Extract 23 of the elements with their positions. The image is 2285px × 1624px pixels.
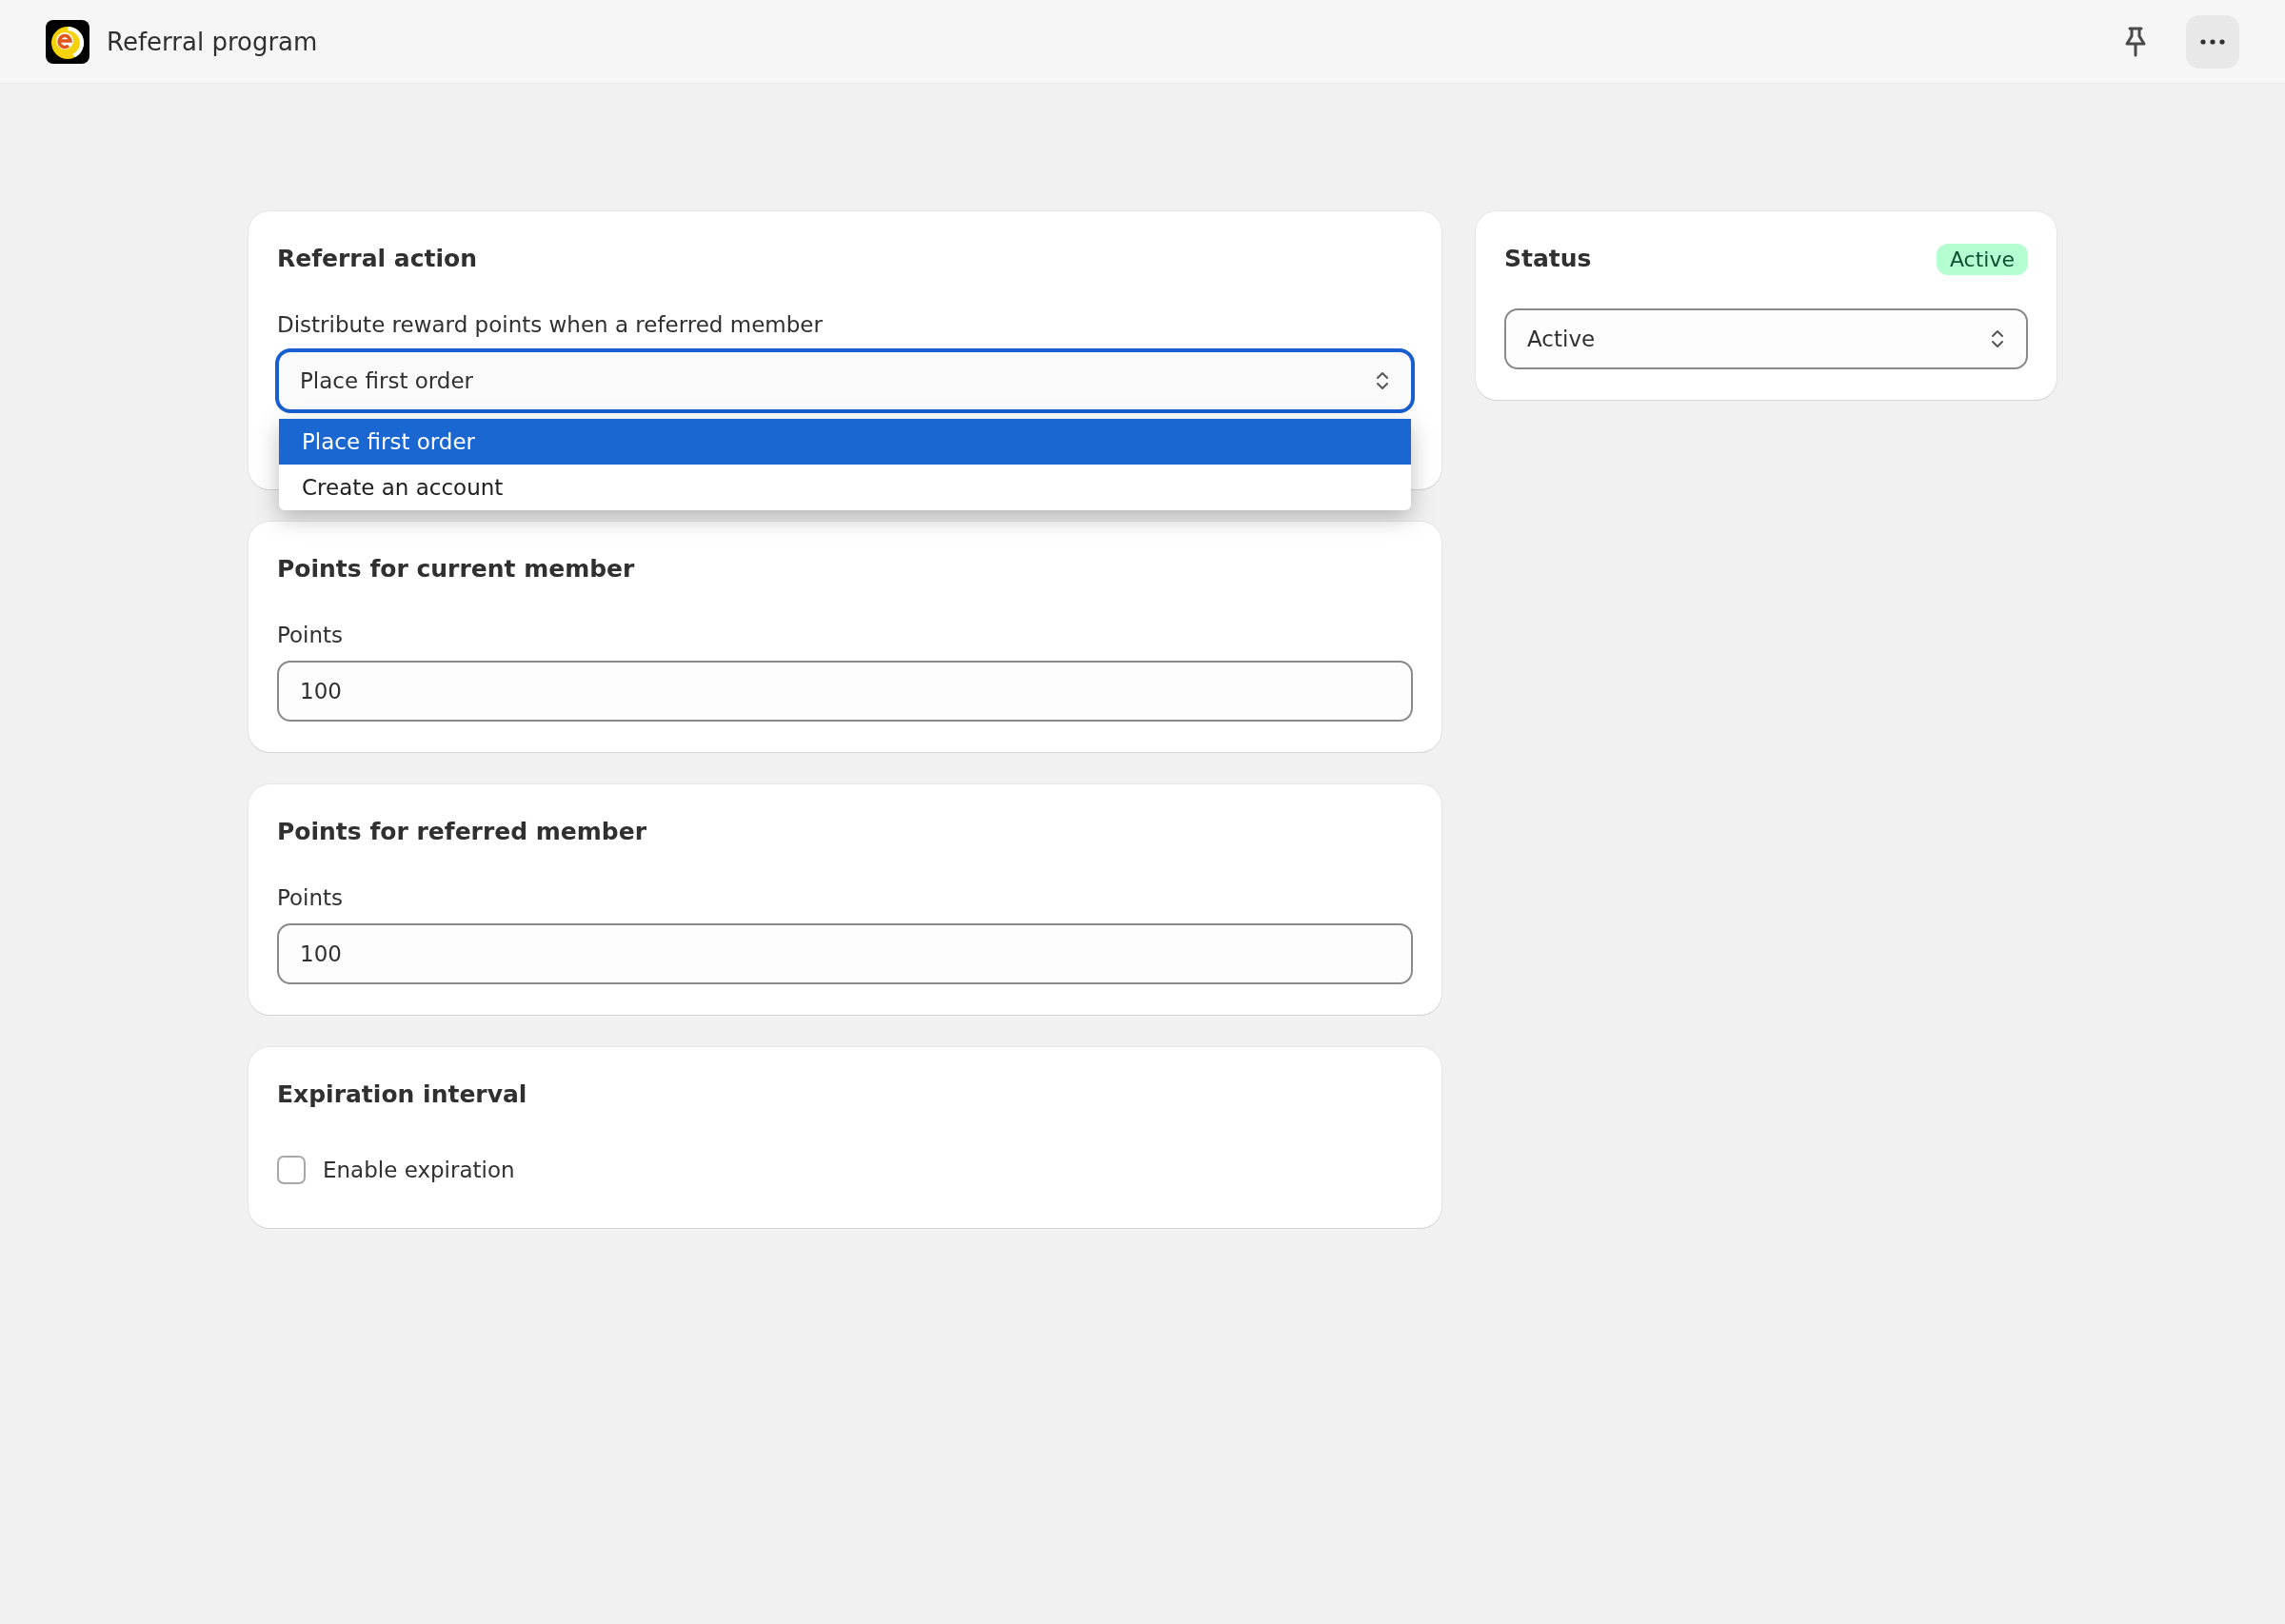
- status-badge: Active: [1936, 243, 2028, 275]
- dropdown-option[interactable]: Place first order: [279, 419, 1411, 465]
- card-title: Expiration interval: [277, 1079, 528, 1110]
- card-title: Status: [1504, 244, 1592, 274]
- field-label: Points: [277, 622, 345, 649]
- card-title: Points for referred member: [277, 817, 648, 847]
- points-input[interactable]: 100: [277, 923, 1413, 984]
- field-label: Distribute reward points when a referred member: [277, 311, 824, 339]
- chevron-updown-icon: [1990, 327, 2005, 350]
- page-title: Referral program: [107, 27, 318, 56]
- points-input[interactable]: 100: [277, 661, 1413, 722]
- chevron-updown-icon: [1375, 369, 1390, 392]
- select-field[interactable]: Place first order: [277, 350, 1413, 411]
- card-title: Referral action: [277, 244, 479, 274]
- checkbox-label: Enable expiration: [323, 1158, 515, 1182]
- checkbox[interactable]: [277, 1156, 306, 1184]
- more-button[interactable]: [2186, 14, 2239, 69]
- dropdown-option[interactable]: Create an account: [279, 465, 1411, 510]
- card-title: Points for current member: [277, 554, 636, 584]
- field-label: Points: [277, 884, 345, 912]
- status-select[interactable]: Active: [1504, 308, 2028, 369]
- more-icon: [2200, 38, 2225, 45]
- app-logo-icon: [46, 19, 89, 64]
